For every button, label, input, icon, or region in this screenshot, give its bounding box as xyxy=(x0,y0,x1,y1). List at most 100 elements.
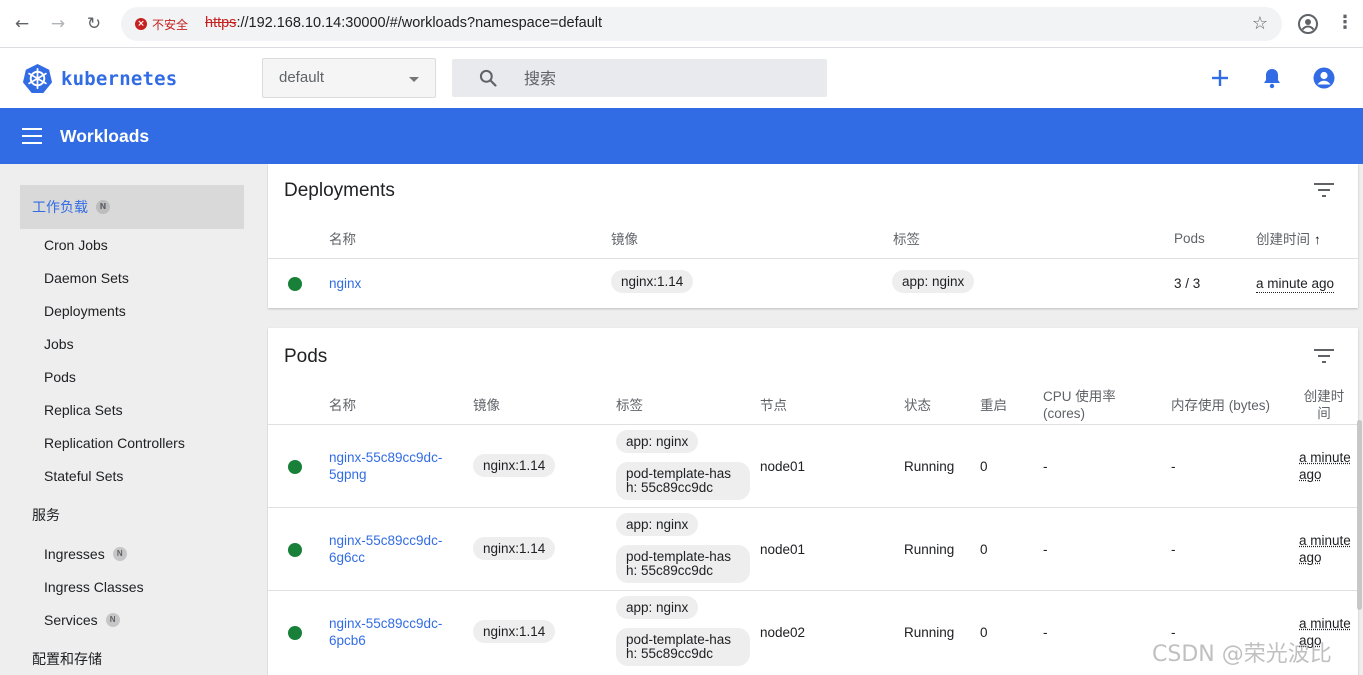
column-header-created[interactable]: 创建时间 ↑ xyxy=(1256,231,1321,248)
restart-count: 0 xyxy=(980,625,988,640)
sidebar-heading-label: 配置和存储 xyxy=(32,652,102,668)
column-header-memory: 内存使用 (bytes) xyxy=(1171,398,1271,413)
pod-name-link[interactable]: nginx-55c89cc9dc-6pcb6 xyxy=(329,615,464,649)
brand[interactable]: kubernetes xyxy=(22,63,177,94)
namespaced-badge: N xyxy=(112,547,127,561)
brand-name: kubernetes xyxy=(61,67,178,90)
label-chip: pod-template-hash: 55c89cc9dc xyxy=(616,545,750,583)
column-header-labels: 标签 xyxy=(616,398,643,413)
pod-status: Running xyxy=(904,542,955,557)
label-chip: app: nginx xyxy=(616,513,699,536)
deployment-name-link[interactable]: nginx xyxy=(329,275,361,292)
column-header-labels: 标签 xyxy=(893,232,920,247)
row-divider xyxy=(268,507,1358,508)
url-text[interactable]: https://192.168.10.14:30000/#/workloads?… xyxy=(205,15,602,31)
main-content: Deployments 名称 镜像 标签 Pods 创建时间 ↑ nginx ng… xyxy=(267,164,1363,675)
sidebar-item-replica-sets[interactable]: Replica Sets xyxy=(44,400,123,420)
card-title: Pods xyxy=(284,346,328,367)
cpu-usage: - xyxy=(1043,542,1048,557)
account-icon[interactable] xyxy=(1312,66,1336,90)
sidebar-item-ingresses[interactable]: Ingresses N xyxy=(44,544,127,564)
namespaced-badge: N xyxy=(105,613,120,627)
kubernetes-logo-icon xyxy=(22,63,53,94)
column-header-node: 节点 xyxy=(760,398,787,413)
column-header-image: 镜像 xyxy=(473,398,500,413)
memory-usage: - xyxy=(1171,542,1176,557)
page-title: Workloads xyxy=(60,126,150,146)
main-scrollbar[interactable] xyxy=(1357,420,1362,610)
sidebar-heading-services[interactable]: 服务 xyxy=(20,493,244,537)
insecure-label: 不安全 xyxy=(152,17,189,32)
hamburger-menu-icon[interactable] xyxy=(22,127,42,145)
search-icon[interactable] xyxy=(478,68,498,88)
sidebar: 工作负载 N Cron Jobs Daemon Sets Deployments… xyxy=(0,164,267,675)
sidebar-heading-workloads[interactable]: 工作负载 N xyxy=(20,185,244,229)
browser-profile-icon[interactable] xyxy=(1296,12,1320,36)
watermark: CSDN @荣光波比 xyxy=(1152,642,1332,667)
sidebar-heading-label: 工作负载 xyxy=(32,200,88,216)
node-name: node01 xyxy=(760,542,806,557)
dropdown-caret-icon xyxy=(409,77,419,82)
pods-count: 3 / 3 xyxy=(1174,276,1201,291)
restart-count: 0 xyxy=(980,459,988,474)
pods-card: Pods 名称 镜像 标签 节点 状态 重启 CPU 使用率 (cores) 内… xyxy=(268,328,1358,675)
add-icon[interactable] xyxy=(1208,66,1232,90)
sidebar-item-deployments[interactable]: Deployments xyxy=(44,301,126,321)
warning-icon: × xyxy=(135,18,147,30)
column-header-created[interactable]: 创建时间 xyxy=(1300,388,1348,422)
column-header-cpu: CPU 使用率 (cores) xyxy=(1043,389,1116,421)
deployments-card: Deployments 名称 镜像 标签 Pods 创建时间 ↑ nginx ng… xyxy=(268,164,1358,308)
sidebar-item-ingress-classes[interactable]: Ingress Classes xyxy=(44,577,144,597)
back-arrow-icon[interactable]: ← xyxy=(10,12,34,36)
restart-count: 0 xyxy=(980,542,988,557)
forward-arrow-icon[interactable]: → xyxy=(46,12,70,36)
sidebar-heading-config-storage[interactable]: 配置和存储 xyxy=(20,637,244,675)
filter-icon[interactable] xyxy=(1314,349,1334,363)
cpu-usage: - xyxy=(1043,625,1048,640)
image-chip: nginx:1.14 xyxy=(473,454,556,477)
created-time: a minute ago xyxy=(1299,533,1351,565)
sidebar-item-cron-jobs[interactable]: Cron Jobs xyxy=(44,235,108,255)
sidebar-item-jobs[interactable]: Jobs xyxy=(44,334,74,354)
status-ok-icon xyxy=(288,460,302,474)
sidebar-item-label: Ingresses xyxy=(44,546,105,562)
status-ok-icon xyxy=(288,543,302,557)
node-name: node01 xyxy=(760,459,806,474)
image-chip: nginx:1.14 xyxy=(473,620,556,643)
sort-ascending-icon: ↑ xyxy=(1314,232,1321,247)
namespace-value: default xyxy=(279,69,325,86)
pod-name-link[interactable]: nginx-55c89cc9dc-5gpng xyxy=(329,449,464,483)
browser-chrome: ← → ↻ × 不安全 https://192.168.10.14:30000/… xyxy=(0,0,1363,48)
column-header-name[interactable]: 名称 xyxy=(329,231,356,248)
sidebar-item-daemon-sets[interactable]: Daemon Sets xyxy=(44,268,129,288)
sidebar-item-pods[interactable]: Pods xyxy=(44,367,76,387)
sidebar-item-services[interactable]: Services N xyxy=(44,610,120,630)
address-bar[interactable]: × 不安全 https://192.168.10.14:30000/#/work… xyxy=(121,7,1282,41)
sidebar-item-label: Services xyxy=(44,612,98,628)
url-scheme: https xyxy=(205,15,237,31)
sidebar-item-stateful-sets[interactable]: Stateful Sets xyxy=(44,466,123,486)
card-title: Deployments xyxy=(284,180,395,201)
created-time: a minute ago xyxy=(1299,450,1351,482)
image-chip: nginx:1.14 xyxy=(611,270,694,293)
browser-menu-icon[interactable]: ⋮ xyxy=(1336,12,1354,36)
security-indicator[interactable]: × 不安全 xyxy=(131,14,194,34)
label-chip: app: nginx xyxy=(616,596,699,619)
label-chip: app: nginx xyxy=(892,270,975,293)
reload-icon[interactable]: ↻ xyxy=(82,12,106,36)
node-name: node02 xyxy=(760,625,806,640)
filter-icon[interactable] xyxy=(1314,183,1334,197)
label-chip: app: nginx xyxy=(616,430,699,453)
search-box xyxy=(452,59,827,97)
namespace-select[interactable]: default xyxy=(262,58,436,98)
column-header-name[interactable]: 名称 xyxy=(329,397,356,414)
search-input[interactable] xyxy=(524,65,804,91)
row-divider xyxy=(268,258,1358,259)
pod-name-link[interactable]: nginx-55c89cc9dc-6g6cc xyxy=(329,532,464,566)
notifications-bell-icon[interactable] xyxy=(1260,66,1284,90)
sidebar-item-replication-controllers[interactable]: Replication Controllers xyxy=(44,433,185,453)
pod-status: Running xyxy=(904,459,955,474)
bookmark-star-icon[interactable]: ☆ xyxy=(1252,13,1268,34)
status-ok-icon xyxy=(288,277,302,291)
sidebar-heading-label: 服务 xyxy=(32,508,60,524)
